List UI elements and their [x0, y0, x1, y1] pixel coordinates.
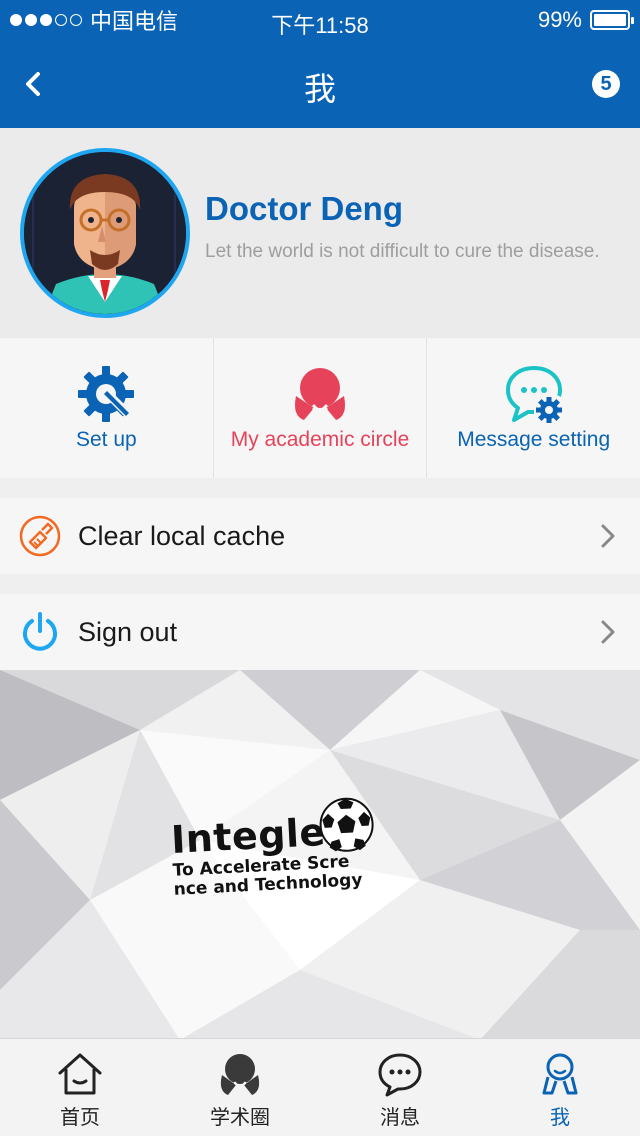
status-bar: 中国电信 下午11:58 99% — [0, 0, 640, 40]
clear-cache-label: Clear local cache — [78, 520, 286, 551]
setup-shortcut[interactable]: Set up — [0, 338, 214, 478]
chat-icon — [378, 1053, 422, 1097]
shortcut-grid: Set up My academic circle Message settin… — [0, 338, 640, 478]
clear-cache-row[interactable]: Clear local cache — [0, 498, 640, 574]
sign-out-row[interactable]: Sign out — [0, 594, 640, 670]
profile-motto: Let the world is not difficult to cure t… — [205, 241, 600, 262]
notification-badge[interactable]: 5 — [592, 70, 620, 98]
broom-icon — [19, 515, 61, 557]
battery-icon — [590, 10, 634, 30]
chat-gear-icon — [505, 366, 562, 423]
tab-me-label: 我 — [550, 1107, 570, 1129]
tab-home[interactable]: 首页 — [0, 1039, 160, 1136]
person-icon — [542, 1053, 578, 1095]
tab-academic-circle-label: 学术圈 — [210, 1107, 270, 1129]
academic-circle-label: My academic circle — [230, 428, 410, 451]
profile-name: Doctor Deng — [205, 190, 403, 227]
tab-home-label: 首页 — [60, 1107, 100, 1129]
integle-logo: Integle To Accelerate Scre nce and Techn… — [170, 797, 384, 900]
nav-bar: 我 5 — [0, 40, 640, 128]
setup-label: Set up — [75, 428, 137, 451]
message-setting-shortcut[interactable]: Message setting — [427, 338, 640, 478]
doctor-avatar-illustration — [24, 152, 186, 314]
page-title: 我 — [303, 71, 336, 107]
home-icon — [58, 1053, 102, 1095]
tab-messages[interactable]: 消息 — [320, 1039, 480, 1136]
sign-out-label: Sign out — [78, 616, 178, 647]
soccer-ball-icon — [319, 797, 374, 852]
academic-circle-shortcut[interactable]: My academic circle — [214, 338, 428, 478]
academic-circle-icon — [220, 1054, 260, 1095]
tab-academic-circle[interactable]: 学术圈 — [160, 1039, 320, 1136]
message-setting-label: Message setting — [457, 428, 611, 451]
gear-wrench-icon — [78, 366, 135, 422]
chevron-right-icon — [601, 524, 615, 548]
tab-messages-label: 消息 — [380, 1107, 420, 1129]
academic-circle-icon — [295, 368, 345, 420]
tab-bar: 首页 学术圈 消息 我 — [0, 1038, 640, 1136]
chevron-right-icon — [601, 620, 615, 644]
profile-header: Doctor Deng Let the world is not difficu… — [0, 128, 640, 338]
status-time: 下午11:58 — [271, 13, 369, 38]
tab-me[interactable]: 我 — [480, 1039, 640, 1136]
power-icon — [23, 612, 57, 651]
avatar[interactable] — [20, 148, 190, 318]
